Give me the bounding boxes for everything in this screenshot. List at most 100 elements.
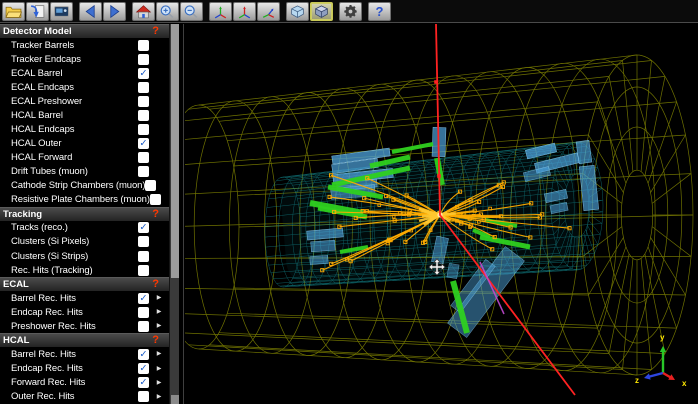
orthographic-view-button[interactable] — [310, 2, 333, 21]
checkbox-preshower-rec-hits[interactable] — [138, 321, 149, 332]
toolbar-group — [209, 2, 280, 21]
item-label: Rec. Hits (Tracking) — [11, 265, 138, 276]
item-label: ECAL Barrel — [11, 68, 138, 79]
checkbox-resistive-plate-chambers-muon[interactable] — [150, 194, 161, 205]
sidebar-item-hcal-endcap-rec-hits: Endcap Rec. Hits✓▶ — [0, 362, 169, 376]
toolbar-group: ? — [368, 2, 391, 21]
checkbox-rec-hits-tracking[interactable] — [138, 265, 149, 276]
section-title: Tracking — [3, 209, 152, 220]
axes-2-icon — [236, 4, 253, 19]
home-icon — [135, 4, 152, 19]
sidebar-item-detector-model-ecal-preshower: ECAL Preshower — [0, 94, 169, 108]
zoom-in-button[interactable] — [156, 2, 179, 21]
item-label: Preshower Rec. Hits — [11, 321, 138, 332]
checkbox-hcal-endcaps[interactable] — [138, 124, 149, 135]
zoom-out-icon — [183, 4, 200, 19]
sidebar-item-hcal-outer-rec-hits: Outer Rec. Hits ▶ — [0, 390, 169, 404]
export-image-button[interactable] — [50, 2, 73, 21]
toolbar-group — [286, 2, 333, 21]
checkbox-barrel-rec-hits[interactable]: ✓ — [138, 349, 149, 360]
expand-arrow-icon[interactable]: ▶ — [153, 323, 165, 329]
sidebar-item-detector-model-cathode-strip-chambers-muon: Cathode Strip Chambers (muon) — [0, 179, 169, 193]
checkbox-endcap-rec-hits[interactable] — [138, 307, 149, 318]
checkbox-hcal-forward[interactable] — [138, 152, 149, 163]
axis-label-z: z — [635, 376, 639, 385]
expand-arrow-icon[interactable]: ▶ — [153, 380, 165, 386]
view-axis-xz-button[interactable] — [233, 2, 256, 21]
checkbox-clusters-si-strips[interactable] — [138, 251, 149, 262]
expand-arrow-icon[interactable]: ▶ — [153, 366, 165, 372]
checkbox-endcap-rec-hits[interactable]: ✓ — [138, 363, 149, 374]
section-help-link[interactable]: ? — [152, 279, 159, 290]
checkbox-hcal-outer[interactable]: ✓ — [138, 138, 149, 149]
sidebar-item-detector-model-ecal-endcaps: ECAL Endcaps — [0, 80, 169, 94]
section-title: ECAL — [3, 279, 152, 290]
perspective-view-button[interactable] — [286, 2, 309, 21]
checkbox-tracker-endcaps[interactable] — [138, 54, 149, 65]
checkbox-hcal-barrel[interactable] — [138, 110, 149, 121]
section-help-link[interactable]: ? — [152, 209, 159, 220]
expand-arrow-icon[interactable]: ▶ — [153, 295, 165, 301]
help-button-label: ? — [376, 5, 384, 18]
help-button[interactable]: ? — [368, 2, 391, 21]
viewport-3d[interactable]: yzx — [185, 24, 698, 404]
checkbox-tracks-reco[interactable]: ✓ — [138, 222, 149, 233]
sidebar-scrollbar[interactable] — [169, 24, 179, 404]
item-label: Outer Rec. Hits — [11, 391, 138, 402]
checkbox-outer-rec-hits[interactable] — [138, 391, 149, 402]
checkbox-tracker-barrels[interactable] — [138, 40, 149, 51]
view-axis-yz-button[interactable] — [257, 2, 280, 21]
zoom-out-button[interactable] — [180, 2, 203, 21]
previous-event-button[interactable] — [79, 2, 102, 21]
axes-1-icon — [212, 4, 229, 19]
axes-3-icon — [260, 4, 277, 19]
item-label: Forward Rec. Hits — [11, 377, 138, 388]
expand-arrow-icon[interactable]: ▶ — [153, 309, 165, 315]
reset-view-button[interactable] — [132, 2, 155, 21]
open-file-button[interactable] — [2, 2, 25, 21]
sidebar-item-detector-model-drift-tubes-muon: Drift Tubes (muon) — [0, 165, 169, 179]
item-label: HCAL Barrel — [11, 110, 138, 121]
section-help-link[interactable]: ? — [152, 26, 159, 37]
checkbox-ecal-endcaps[interactable] — [138, 82, 149, 93]
item-label: Resistive Plate Chambers (muon) — [11, 194, 150, 205]
item-label: Clusters (Si Pixels) — [11, 236, 138, 247]
view-axis-xy-button[interactable] — [209, 2, 232, 21]
sidebar-item-hcal-barrel-rec-hits: Barrel Rec. Hits✓ ▶ — [0, 347, 169, 361]
axes-gizmo: yzx — [635, 333, 687, 388]
item-label: ECAL Endcaps — [11, 82, 138, 93]
sidebar-item-detector-model-hcal-outer: HCAL Outer✓ — [0, 137, 169, 151]
import-event-button[interactable] — [26, 2, 49, 21]
checkbox-clusters-si-pixels[interactable] — [138, 236, 149, 247]
section-header-tracking: Tracking? — [0, 207, 169, 221]
prev-icon — [82, 4, 99, 19]
section-help-link[interactable]: ? — [152, 335, 159, 346]
section-header-ecal: ECAL? — [0, 277, 169, 291]
expand-arrow-icon[interactable]: ▶ — [153, 351, 165, 357]
checkbox-barrel-rec-hits[interactable]: ✓ — [138, 293, 149, 304]
item-label: HCAL Endcaps — [11, 124, 138, 135]
checkbox-forward-rec-hits[interactable]: ✓ — [138, 377, 149, 388]
checkbox-ecal-preshower[interactable] — [138, 96, 149, 107]
item-label: Endcap Rec. Hits — [11, 307, 138, 318]
sidebar-item-detector-model-tracker-barrels: Tracker Barrels — [0, 38, 169, 52]
checkbox-cathode-strip-chambers-muon[interactable] — [145, 180, 156, 191]
expand-arrow-icon[interactable]: ▶ — [153, 394, 165, 400]
sidebar-item-detector-model-tracker-endcaps: Tracker Endcaps — [0, 52, 169, 66]
layer-tree-panel: Detector Model?Tracker BarrelsTracker En… — [0, 24, 169, 404]
sidebar-scrollbar-button[interactable] — [171, 395, 179, 404]
next-event-button[interactable] — [103, 2, 126, 21]
sidebar-item-ecal-endcap-rec-hits: Endcap Rec. Hits ▶ — [0, 305, 169, 319]
settings-button[interactable] — [339, 2, 362, 21]
checkbox-drift-tubes-muon[interactable] — [138, 166, 149, 177]
sidebar-item-ecal-preshower-rec-hits: Preshower Rec. Hits ▶ — [0, 319, 169, 333]
main-toolbar: ? — [0, 0, 698, 23]
sidebar-item-detector-model-hcal-barrel: HCAL Barrel — [0, 108, 169, 122]
axis-label-x: x — [682, 379, 687, 388]
sidebar-scrollbar-thumb[interactable] — [171, 24, 179, 278]
item-label: Barrel Rec. Hits — [11, 349, 138, 360]
checkbox-ecal-barrel[interactable]: ✓ — [138, 68, 149, 79]
sidebar-item-detector-model-hcal-forward: HCAL Forward — [0, 151, 169, 165]
item-label: Tracker Barrels — [11, 40, 138, 51]
gear-icon — [342, 4, 359, 19]
